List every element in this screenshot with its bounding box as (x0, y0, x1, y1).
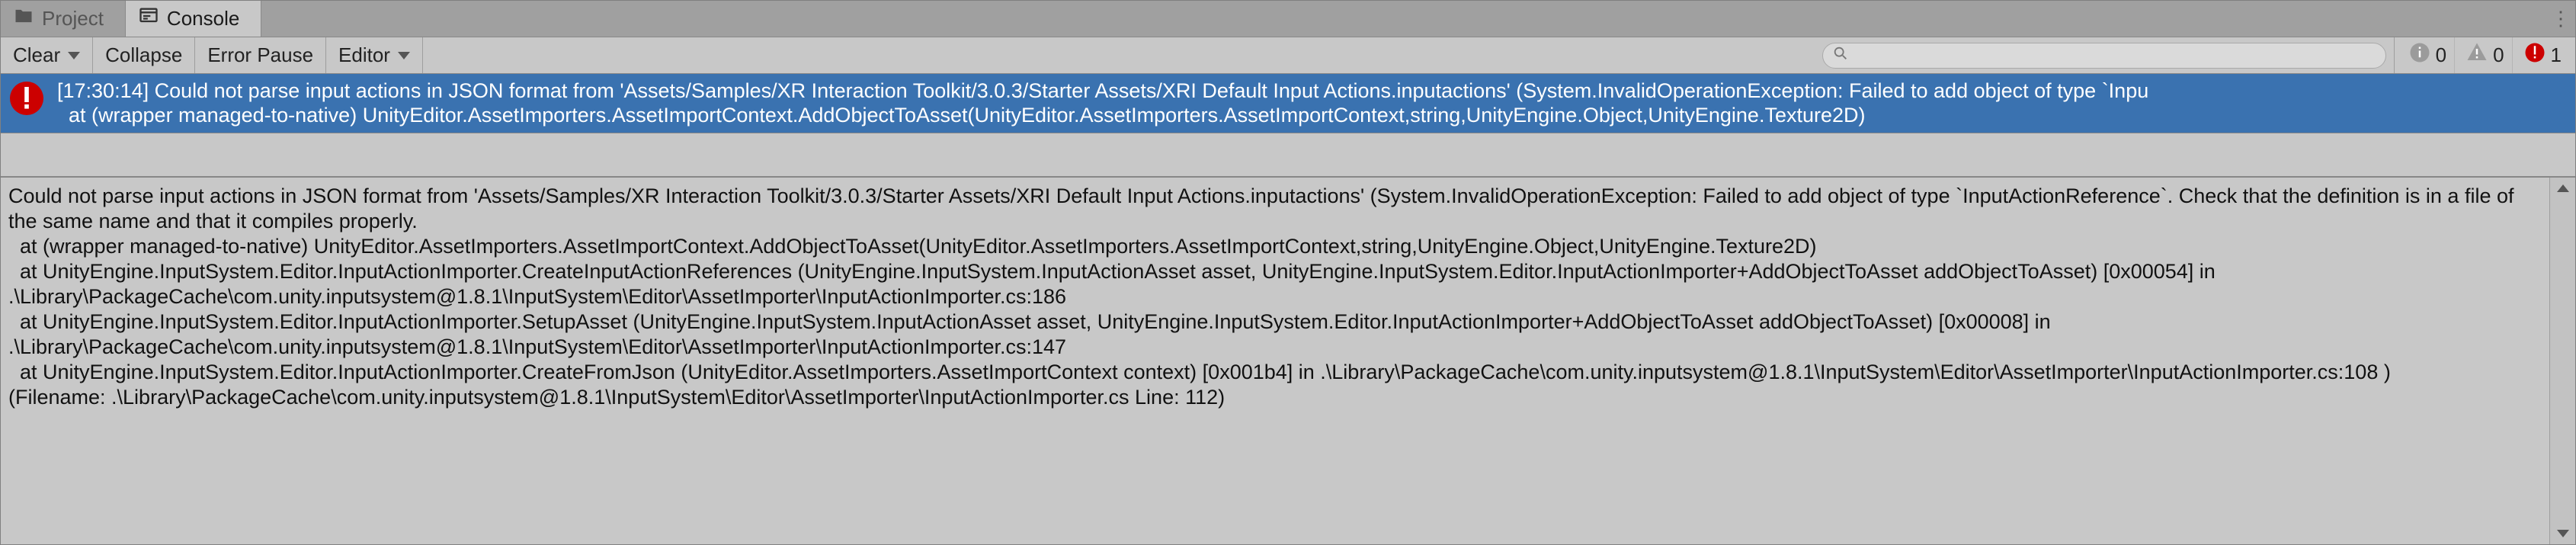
info-count: 0 (2436, 43, 2446, 67)
clear-label: Clear (13, 43, 60, 67)
detail-pane: Could not parse input actions in JSON fo… (1, 176, 2575, 544)
tab-options-icon[interactable]: ⋮ (2548, 1, 2575, 37)
warn-count: 0 (2493, 43, 2504, 67)
warn-toggle[interactable]: 0 (2458, 37, 2512, 73)
search-icon (1832, 43, 1849, 67)
folder-icon (13, 5, 34, 32)
scrollbar-vertical[interactable] (2549, 178, 2575, 544)
collapse-label: Collapse (105, 43, 182, 67)
log-entry-text: [17:30:14] Could not parse input actions… (57, 79, 2148, 128)
error-count: 1 (2551, 43, 2562, 67)
editor-label: Editor (338, 43, 390, 67)
info-icon (2408, 41, 2431, 69)
tab-bar: Project Console ⋮ (1, 1, 2575, 37)
scroll-down-icon[interactable] (2550, 523, 2575, 544)
log-entry[interactable]: [17:30:14] Could not parse input actions… (1, 74, 2575, 133)
chevron-down-icon (398, 52, 410, 59)
scroll-up-icon[interactable] (2550, 178, 2575, 199)
error-icon (8, 80, 45, 117)
error-toggle[interactable]: 1 (2516, 37, 2569, 73)
search-input[interactable] (1849, 45, 2376, 66)
detail-text[interactable]: Could not parse input actions in JSON fo… (1, 178, 2549, 544)
tab-console[interactable]: Console (126, 1, 261, 37)
info-toggle[interactable]: 0 (2401, 37, 2455, 73)
log-line1: [17:30:14] Could not parse input actions… (57, 79, 2148, 102)
log-counters: 0 0 1 (2394, 37, 2575, 73)
console-toolbar: Clear Collapse Error Pause Editor (1, 37, 2575, 74)
console-icon (138, 5, 159, 32)
search-container (1822, 37, 2394, 73)
collapse-button[interactable]: Collapse (93, 37, 195, 73)
search-box[interactable] (1822, 43, 2386, 69)
error-pause-button[interactable]: Error Pause (195, 37, 326, 73)
tab-console-label: Console (167, 7, 239, 30)
error-pause-label: Error Pause (207, 43, 313, 67)
tab-project[interactable]: Project (1, 1, 126, 37)
clear-button[interactable]: Clear (1, 37, 93, 73)
warning-icon (2465, 41, 2488, 69)
error-icon (2523, 41, 2546, 69)
tab-project-label: Project (42, 7, 104, 30)
chevron-down-icon (68, 52, 80, 59)
log-line2: at (wrapper managed-to-native) UnityEdit… (57, 104, 1866, 127)
editor-dropdown[interactable]: Editor (326, 37, 423, 73)
